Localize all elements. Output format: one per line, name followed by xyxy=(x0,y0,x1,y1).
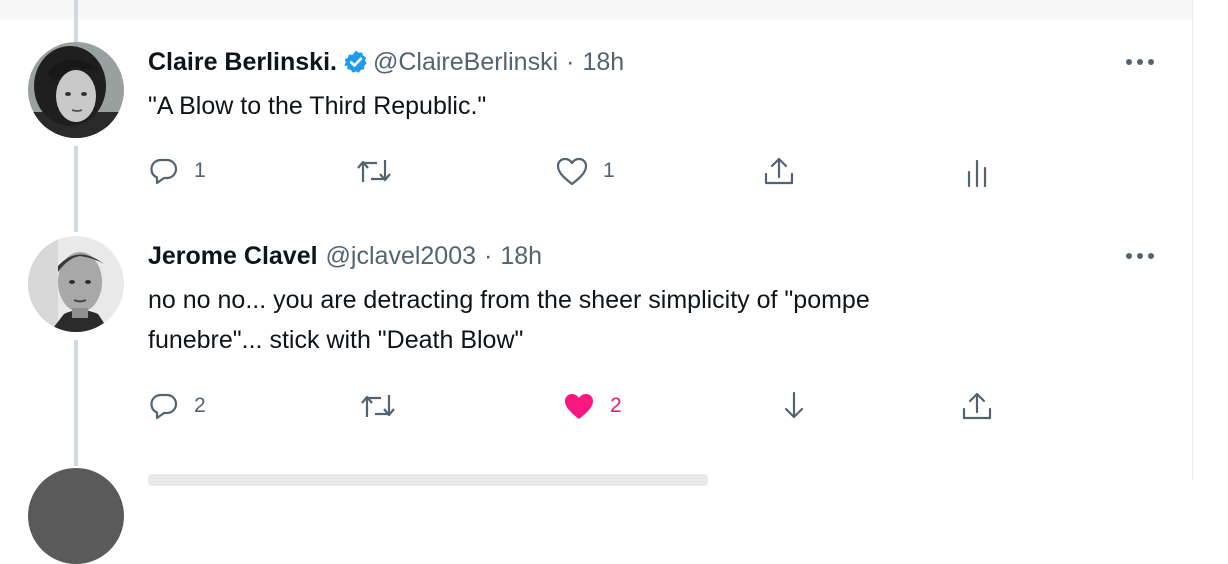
man-portrait-avatar xyxy=(28,236,124,332)
retweet-button[interactable] xyxy=(356,155,406,187)
share-button[interactable] xyxy=(762,155,796,189)
tweet-header: Jerome Clavel @jclavel2003 · 18h xyxy=(148,241,542,271)
share-icon xyxy=(962,392,992,420)
reply-count: 2 xyxy=(194,394,206,417)
timeline-border xyxy=(1192,0,1193,480)
analytics-button[interactable] xyxy=(962,155,992,189)
like-button[interactable]: 2 xyxy=(562,390,622,422)
like-filled-icon xyxy=(565,394,593,419)
tweet-text: "A Blow to the Third Republic." xyxy=(148,86,486,126)
download-button[interactable] xyxy=(778,390,810,424)
author-handle[interactable]: @ClaireBerlinski xyxy=(373,48,558,76)
reply-count: 1 xyxy=(194,159,206,182)
woman-portrait-avatar xyxy=(28,42,124,138)
reply-icon xyxy=(150,393,178,420)
more-options-button[interactable] xyxy=(1124,246,1156,266)
avatar[interactable] xyxy=(28,468,124,564)
avatar[interactable] xyxy=(28,236,124,332)
author-name[interactable]: Claire Berlinski. xyxy=(148,48,337,76)
tweet-text-line: no no no... you are detracting from the … xyxy=(148,286,870,314)
thread-line xyxy=(74,146,78,232)
like-count: 1 xyxy=(603,159,615,182)
like-button[interactable]: 1 xyxy=(555,155,615,187)
tweet-text: no no no... you are detracting from the … xyxy=(148,280,870,360)
download-icon xyxy=(784,391,804,419)
reply-button[interactable]: 2 xyxy=(148,390,206,422)
thread-line xyxy=(74,340,78,466)
next-tweet-header-clipped xyxy=(148,474,708,486)
tweet-timestamp[interactable]: 18h xyxy=(582,48,624,76)
retweet-icon xyxy=(361,395,395,417)
previous-tweet-area xyxy=(0,0,1192,20)
retweet-button[interactable] xyxy=(360,390,410,422)
tweet-text-line: "A Blow to the Third Republic." xyxy=(148,92,487,120)
author-handle[interactable]: @jclavel2003 xyxy=(326,242,476,270)
share-button[interactable] xyxy=(960,390,994,424)
tweet-timestamp[interactable]: 18h xyxy=(500,242,542,270)
thread-line xyxy=(74,0,78,44)
share-icon xyxy=(764,157,794,185)
like-count: 2 xyxy=(610,394,622,417)
more-icon xyxy=(1126,253,1154,259)
separator-dot: · xyxy=(484,242,493,270)
more-icon xyxy=(1126,59,1154,65)
retweet-icon xyxy=(357,160,391,182)
analytics-icon xyxy=(967,159,987,188)
like-icon xyxy=(556,157,588,186)
avatar[interactable] xyxy=(28,42,124,138)
reply-button[interactable]: 1 xyxy=(148,155,206,187)
tweet-text-line: funebre"... stick with "Death Blow" xyxy=(148,326,524,354)
separator-dot: · xyxy=(566,48,575,76)
author-name[interactable]: Jerome Clavel xyxy=(148,242,318,270)
tweet-header: Claire Berlinski. @ClaireBerlinski · 18h xyxy=(148,47,624,77)
reply-icon xyxy=(150,158,178,185)
verified-badge-icon xyxy=(344,50,367,73)
more-options-button[interactable] xyxy=(1124,52,1156,72)
